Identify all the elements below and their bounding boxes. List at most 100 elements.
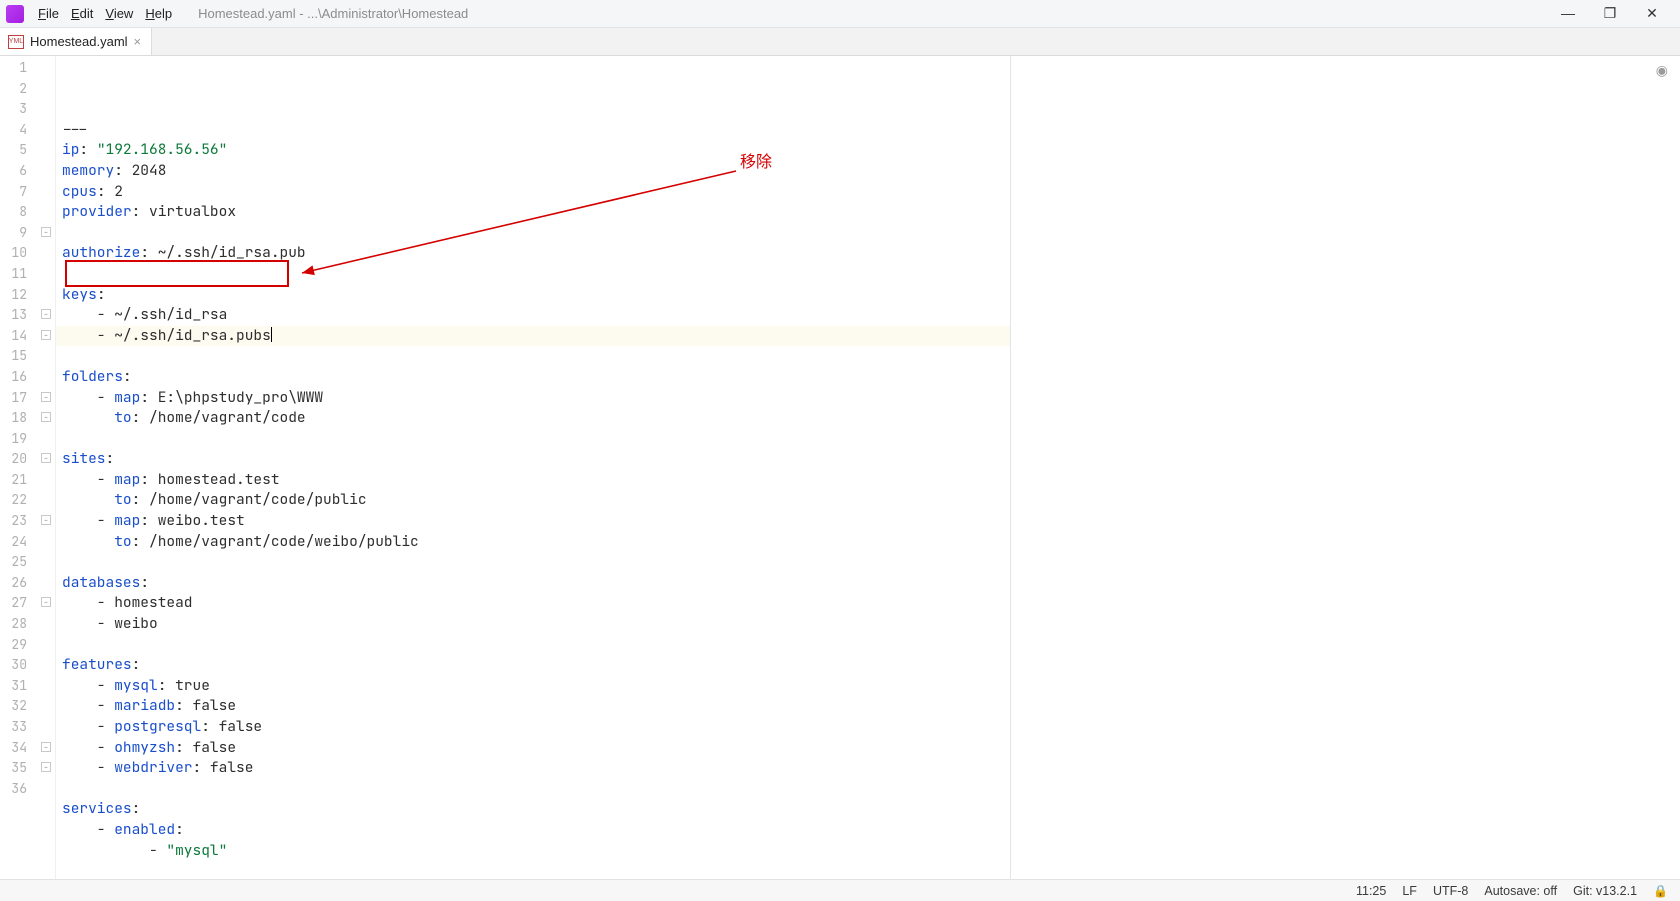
- code-line[interactable]: sites:: [56, 449, 1010, 470]
- inspections-eye-icon[interactable]: ◉: [1656, 62, 1668, 79]
- menu-help[interactable]: Help: [139, 4, 178, 23]
- line-number-gutter[interactable]: 123456789-10111213-14-151617-18-1920-212…: [0, 56, 56, 879]
- line-number[interactable]: 8: [0, 202, 55, 223]
- maximize-button[interactable]: ❐: [1602, 5, 1618, 22]
- code-line[interactable]: - ~/.ssh/id_rsa.pubs: [56, 326, 1010, 347]
- code-line[interactable]: features:: [56, 655, 1010, 676]
- code-line[interactable]: to: /home/vagrant/code: [56, 408, 1010, 429]
- line-number[interactable]: 23-: [0, 511, 55, 532]
- code-line[interactable]: - ohmyzsh: false: [56, 738, 1010, 759]
- line-number[interactable]: 1: [0, 58, 55, 79]
- line-number[interactable]: 2: [0, 79, 55, 100]
- line-number[interactable]: 21: [0, 470, 55, 491]
- line-number[interactable]: 19: [0, 429, 55, 450]
- code-line[interactable]: - weibo: [56, 614, 1010, 635]
- code-line[interactable]: - webdriver: false: [56, 758, 1010, 779]
- line-number[interactable]: 25: [0, 552, 55, 573]
- code-line[interactable]: services:: [56, 799, 1010, 820]
- menu-file[interactable]: File: [32, 4, 65, 23]
- code-line[interactable]: [56, 635, 1010, 656]
- code-line[interactable]: - postgresql: false: [56, 717, 1010, 738]
- fold-toggle-icon[interactable]: -: [41, 392, 51, 402]
- line-number[interactable]: 26: [0, 573, 55, 594]
- line-number[interactable]: 28: [0, 614, 55, 635]
- code-line[interactable]: [56, 223, 1010, 244]
- fold-toggle-icon[interactable]: -: [41, 309, 51, 319]
- code-line[interactable]: provider: virtualbox: [56, 202, 1010, 223]
- line-number[interactable]: 33: [0, 717, 55, 738]
- line-number[interactable]: 36: [0, 779, 55, 800]
- git-branch[interactable]: Git: v13.2.1: [1573, 884, 1637, 898]
- line-number[interactable]: 22: [0, 490, 55, 511]
- code-line[interactable]: - ~/.ssh/id_rsa: [56, 305, 1010, 326]
- line-number[interactable]: 24: [0, 532, 55, 553]
- line-number[interactable]: 18-: [0, 408, 55, 429]
- code-line[interactable]: - mariadb: false: [56, 696, 1010, 717]
- code-line[interactable]: databases:: [56, 573, 1010, 594]
- line-number[interactable]: 6: [0, 161, 55, 182]
- line-number[interactable]: 4: [0, 120, 55, 141]
- file-encoding[interactable]: UTF-8: [1433, 884, 1468, 898]
- code-line[interactable]: - map: E:\phpstudy_pro\WWW: [56, 388, 1010, 409]
- fold-toggle-icon[interactable]: -: [41, 742, 51, 752]
- code-line[interactable]: memory: 2048: [56, 161, 1010, 182]
- code-line[interactable]: - homestead: [56, 593, 1010, 614]
- fold-toggle-icon[interactable]: -: [41, 412, 51, 422]
- fold-toggle-icon[interactable]: -: [41, 515, 51, 525]
- menu-edit[interactable]: Edit: [65, 4, 99, 23]
- tab-homestead-yaml[interactable]: YML Homestead.yaml ×: [0, 28, 152, 55]
- line-number[interactable]: 15: [0, 346, 55, 367]
- code-line[interactable]: - mysql: true: [56, 676, 1010, 697]
- line-number[interactable]: 12: [0, 285, 55, 306]
- code-line[interactable]: [56, 346, 1010, 367]
- line-number[interactable]: 17-: [0, 388, 55, 409]
- code-editor[interactable]: ---ip: "192.168.56.56"memory: 2048cpus: …: [56, 56, 1010, 879]
- line-number[interactable]: 7: [0, 182, 55, 203]
- fold-toggle-icon[interactable]: -: [41, 227, 51, 237]
- line-number[interactable]: 34-: [0, 738, 55, 759]
- fold-toggle-icon[interactable]: -: [41, 597, 51, 607]
- code-line[interactable]: folders:: [56, 367, 1010, 388]
- line-number[interactable]: 9-: [0, 223, 55, 244]
- readonly-lock-icon[interactable]: 🔒: [1653, 884, 1668, 898]
- line-number[interactable]: 30: [0, 655, 55, 676]
- line-number[interactable]: 35-: [0, 758, 55, 779]
- line-number[interactable]: 3: [0, 99, 55, 120]
- fold-toggle-icon[interactable]: -: [41, 453, 51, 463]
- code-line[interactable]: to: /home/vagrant/code/public: [56, 490, 1010, 511]
- fold-toggle-icon[interactable]: -: [41, 330, 51, 340]
- line-number[interactable]: 11: [0, 264, 55, 285]
- line-number[interactable]: 10: [0, 243, 55, 264]
- line-number[interactable]: 29: [0, 635, 55, 656]
- line-number[interactable]: 5: [0, 140, 55, 161]
- menu-view[interactable]: View: [99, 4, 139, 23]
- minimize-button[interactable]: —: [1560, 5, 1576, 22]
- code-line[interactable]: - map: weibo.test: [56, 511, 1010, 532]
- caret-position[interactable]: 11:25: [1356, 884, 1386, 898]
- line-number[interactable]: 27-: [0, 593, 55, 614]
- code-line[interactable]: - "mysql": [56, 841, 1010, 862]
- line-number[interactable]: 32: [0, 696, 55, 717]
- line-number[interactable]: 31: [0, 676, 55, 697]
- tab-close-icon[interactable]: ×: [134, 34, 142, 49]
- close-window-button[interactable]: ✕: [1644, 5, 1660, 22]
- code-line[interactable]: to: /home/vagrant/code/weibo/public: [56, 532, 1010, 553]
- code-line[interactable]: authorize: ~/.ssh/id_rsa.pub: [56, 243, 1010, 264]
- code-line[interactable]: cpus: 2: [56, 182, 1010, 203]
- line-number[interactable]: 13-: [0, 305, 55, 326]
- code-line[interactable]: - map: homestead.test: [56, 470, 1010, 491]
- code-line[interactable]: - enabled:: [56, 820, 1010, 841]
- line-number[interactable]: 16: [0, 367, 55, 388]
- code-line[interactable]: [56, 552, 1010, 573]
- fold-toggle-icon[interactable]: -: [41, 762, 51, 772]
- code-line[interactable]: ip: "192.168.56.56": [56, 140, 1010, 161]
- code-line[interactable]: [56, 429, 1010, 450]
- code-line[interactable]: [56, 264, 1010, 285]
- autosave-status[interactable]: Autosave: off: [1484, 884, 1557, 898]
- code-line[interactable]: [56, 779, 1010, 800]
- code-line[interactable]: keys:: [56, 285, 1010, 306]
- line-number[interactable]: 14-: [0, 326, 55, 347]
- line-separator[interactable]: LF: [1402, 884, 1417, 898]
- code-line[interactable]: ---: [56, 120, 1010, 141]
- line-number[interactable]: 20-: [0, 449, 55, 470]
